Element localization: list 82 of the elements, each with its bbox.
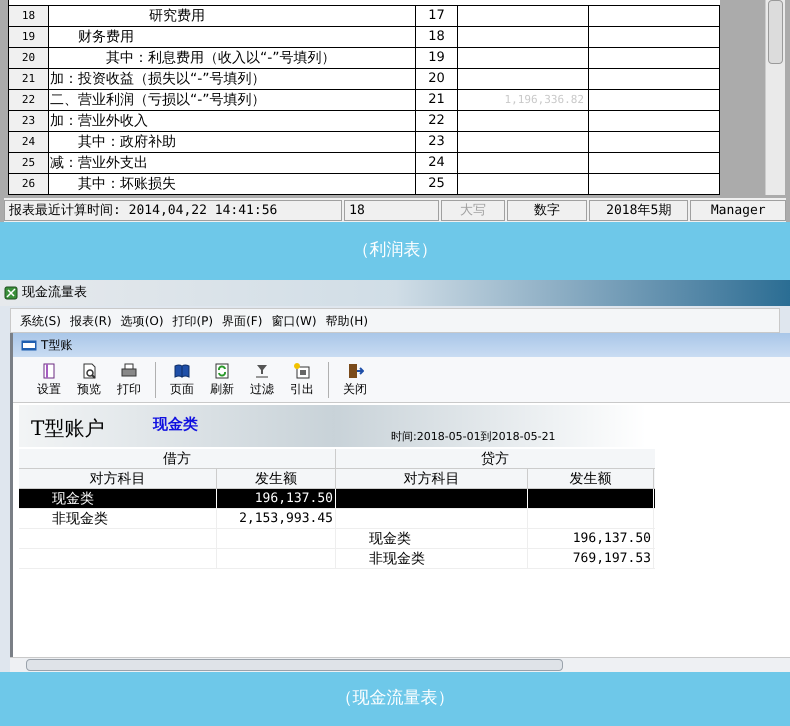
table-cell: 23 xyxy=(416,132,458,152)
row-number: 21 xyxy=(9,69,49,89)
toolbar-button[interactable]: 打印 xyxy=(109,358,149,400)
status-text: 2018年5期 xyxy=(588,200,688,221)
table-cell: 现金类 xyxy=(19,489,217,508)
column-header[interactable]: 发生额 xyxy=(217,469,336,488)
horizontal-scrollbar[interactable] xyxy=(10,657,790,672)
table-cell: 财务费用 xyxy=(49,27,416,47)
close-icon xyxy=(346,362,364,380)
table-cell: 其中：政府补助 xyxy=(49,132,416,152)
export-icon xyxy=(293,362,311,380)
menu-item[interactable]: 打印(P) xyxy=(172,312,214,330)
table-cell: 现金类 xyxy=(336,529,528,548)
column-group-header: 借方 xyxy=(19,449,336,468)
table-cell: 19 xyxy=(416,48,458,68)
status-text: 数字 xyxy=(507,200,587,221)
menu-item[interactable]: 窗口(W) xyxy=(271,312,317,330)
table-cell: 25 xyxy=(416,174,458,194)
toolbar-button[interactable]: 引出 xyxy=(282,358,322,400)
table-cell: 769,197.53 xyxy=(528,549,654,568)
banner-title: T型账户 xyxy=(31,415,104,442)
table-cell: 18 xyxy=(416,27,458,47)
table-cell: 加：营业外收入 xyxy=(49,111,416,131)
menu-item[interactable]: 界面(F) xyxy=(222,312,262,330)
app-icon xyxy=(4,286,18,300)
table-cell: 20 xyxy=(416,69,458,89)
toolbar-button[interactable]: 设置 xyxy=(29,358,69,400)
row-number: 26 xyxy=(9,174,49,194)
selected-row[interactable]: 现金类 196,137.50 xyxy=(19,489,655,509)
menu-item[interactable]: 报表(R) xyxy=(70,312,112,330)
page-icon xyxy=(173,362,191,380)
refresh-icon xyxy=(213,362,231,380)
table-cell: 17 xyxy=(416,6,458,26)
subwindow-title: T型账 xyxy=(41,337,72,354)
column-group-header: 贷方 xyxy=(480,450,510,468)
table-row[interactable]: 非现金类 769,197.53 xyxy=(19,549,655,569)
table-cell: 研究费用 xyxy=(49,6,416,26)
row-number: 22 xyxy=(9,90,49,110)
table-cell: 其中：利息费用（收入以“-”号填列） xyxy=(49,48,416,68)
table-cell: 196,137.50 xyxy=(528,529,654,548)
vertical-scrollbar[interactable] xyxy=(765,0,785,195)
table-cell: 加：投资收益（损失以“-”号填列） xyxy=(49,69,416,89)
column-header[interactable]: 对方科目 xyxy=(19,469,217,488)
status-text: 大写 xyxy=(440,200,506,221)
status-text: 报表最近计算时间: 2014,04,22 14:41:56 xyxy=(4,200,342,221)
menu-item[interactable]: 选项(O) xyxy=(120,312,164,330)
table-cell: 2,153,993.45 xyxy=(217,509,336,528)
row-number: 24 xyxy=(9,132,49,152)
column-header[interactable]: 发生额 xyxy=(528,469,654,488)
status-text: 18 xyxy=(344,200,439,221)
caption: （利润表） xyxy=(352,239,438,262)
table-cell: 减：营业外支出 xyxy=(49,153,416,173)
toolbar-button[interactable]: 刷新 xyxy=(202,358,242,400)
toolbar-button[interactable]: 过滤 xyxy=(242,358,282,400)
table-cell: 196,137.50 xyxy=(217,489,336,508)
table-row[interactable]: 现金类 196,137.50 xyxy=(19,529,655,549)
row-number: 23 xyxy=(9,111,49,131)
table-cell: 其中：坏账损失 xyxy=(49,174,416,194)
row-number: 25 xyxy=(9,153,49,173)
row-number: 19 xyxy=(9,27,49,47)
print-icon xyxy=(120,362,138,380)
table-row[interactable]: 非现金类 2,153,993.45 xyxy=(19,509,655,529)
menu-item[interactable]: 系统(S) xyxy=(20,312,61,330)
column-header[interactable]: 对方科目 xyxy=(336,469,528,488)
table-cell: 24 xyxy=(416,153,458,173)
period-text: 时间:2018-05-01到2018-05-21 xyxy=(391,429,556,445)
table-cell: 22 xyxy=(416,111,458,131)
window-title: 现金流量表 xyxy=(22,284,87,302)
table-cell: 二、营业利润（亏损以“-”号填列） xyxy=(49,90,416,110)
table-cell: 非现金类 xyxy=(336,549,528,568)
banner-category: 现金类 xyxy=(153,414,198,435)
app-icon xyxy=(21,340,37,350)
toolbar-button[interactable]: 预览 xyxy=(69,358,109,400)
table-cell: 21 xyxy=(416,90,458,110)
status-text: Manager xyxy=(690,200,786,221)
menu-item[interactable]: 帮助(H) xyxy=(326,312,368,330)
table-cell: 非现金类 xyxy=(19,509,217,528)
caption: （现金流量表） xyxy=(336,687,454,710)
toolbar-button[interactable]: 关闭 xyxy=(335,358,375,400)
row-number: 20 xyxy=(9,48,49,68)
row-number: 18 xyxy=(9,6,49,26)
toolbar-button[interactable]: 页面 xyxy=(162,358,202,400)
